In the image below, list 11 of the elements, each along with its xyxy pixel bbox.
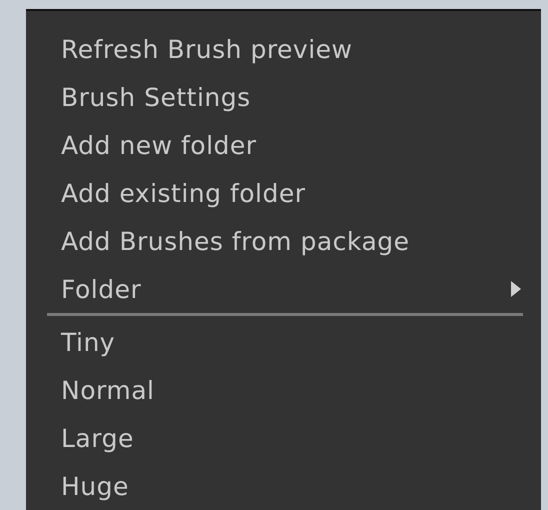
menu-item[interactable]: Folder <box>26 265 523 313</box>
menu-item[interactable]: Huge <box>26 462 523 510</box>
menu-item[interactable]: Tiny <box>26 318 523 366</box>
menu-item[interactable]: Refresh Brush preview <box>26 25 523 73</box>
menu-item[interactable]: Add existing folder <box>26 169 523 217</box>
menu-item[interactable]: Brush Settings <box>26 73 523 121</box>
menu-item[interactable]: Add new folder <box>26 121 523 169</box>
submenu-arrow-icon <box>511 281 521 297</box>
menu-item[interactable]: Large <box>26 414 523 462</box>
menu-item[interactable]: Add Brushes from package <box>26 217 523 265</box>
menu-item[interactable]: Normal <box>26 366 523 414</box>
